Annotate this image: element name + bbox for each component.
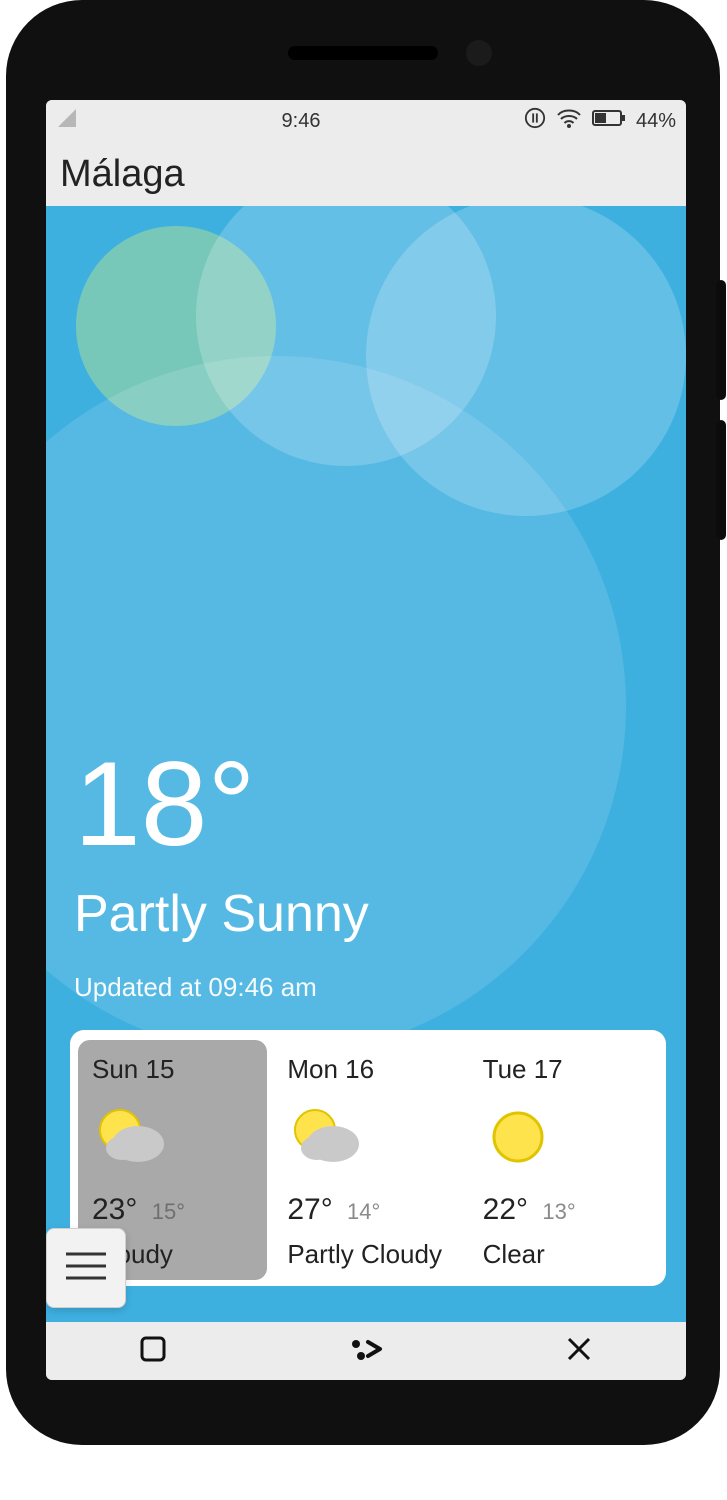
forecast-temps: 22° 13° <box>483 1193 576 1227</box>
forecast-temps: 23° 15° <box>92 1193 185 1227</box>
forecast-temps: 27° 14° <box>287 1193 380 1227</box>
partly-cloudy-icon <box>287 1099 367 1175</box>
forecast-hi: 22° <box>483 1193 528 1226</box>
forecast-condition: Partly Cloudy <box>287 1239 442 1270</box>
forecast-lo: 13° <box>542 1199 575 1224</box>
daily-forecast-card: Sun 15 23° 15° Cloudy <box>70 1030 666 1286</box>
current-weather-panel: 18° Partly Sunny Updated at 09:46 am Dai… <box>46 206 686 1126</box>
phone-speaker <box>288 46 438 60</box>
forecast-day[interactable]: Tue 17 22° 13° Clear <box>469 1040 658 1280</box>
screen: 9:46 44% Málaga <box>46 100 686 1380</box>
forecast-hi: 23° <box>92 1193 137 1226</box>
hamburger-icon <box>64 1250 108 1287</box>
menu-button[interactable] <box>46 1228 126 1308</box>
phone-frame: 9:46 44% Málaga <box>6 0 720 1445</box>
current-condition: Partly Sunny <box>74 884 369 944</box>
current-temperature: 18° <box>74 744 369 864</box>
forecast-day[interactable]: Mon 16 27° 14° Partly Cloudy <box>273 1040 462 1280</box>
nav-home-button[interactable] <box>306 1322 426 1380</box>
forecast-day-label: Mon 16 <box>287 1054 374 1085</box>
phone-side-button <box>716 280 726 400</box>
forecast-condition: Clear <box>483 1239 545 1270</box>
forecast-day-label: Tue 17 <box>483 1054 563 1085</box>
battery-icon <box>592 109 626 133</box>
partly-cloudy-icon <box>92 1099 172 1175</box>
phone-side-button <box>716 420 726 540</box>
forecast-lo: 15° <box>152 1199 185 1224</box>
pause-icon <box>524 107 546 135</box>
battery-percent: 44% <box>636 110 676 133</box>
nav-close-button[interactable] <box>519 1322 639 1380</box>
status-time: 9:46 <box>78 110 524 133</box>
location-title: Málaga <box>60 153 185 196</box>
nav-recent-button[interactable] <box>93 1322 213 1380</box>
forecast-day-label: Sun 15 <box>92 1054 174 1085</box>
home-dots-icon <box>346 1334 386 1369</box>
updated-time: Updated at 09:46 am <box>74 972 369 1003</box>
forecast-lo: 14° <box>347 1199 380 1224</box>
wifi-icon <box>556 107 582 135</box>
phone-front-camera <box>466 40 492 66</box>
sunny-icon <box>483 1099 553 1175</box>
status-bar: 9:46 44% <box>46 100 686 142</box>
system-nav-bar <box>46 1322 686 1380</box>
close-icon <box>565 1335 593 1368</box>
cellular-signal-icon <box>56 107 78 135</box>
square-icon <box>138 1334 168 1369</box>
location-title-bar[interactable]: Málaga <box>46 142 686 206</box>
forecast-hi: 27° <box>287 1193 332 1226</box>
